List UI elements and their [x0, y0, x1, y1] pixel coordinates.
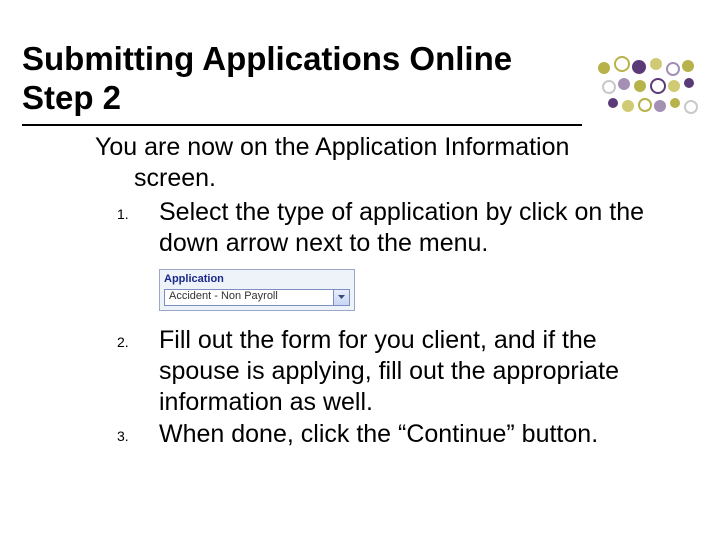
application-dropdown-screenshot: Application Accident - Non Payroll — [159, 269, 355, 311]
list-item: 1. Select the type of application by cli… — [95, 197, 655, 260]
dropdown-label: Application — [164, 273, 350, 287]
list-text: Select the type of application by click … — [159, 197, 655, 260]
list-text: Fill out the form for you client, and if… — [159, 325, 655, 419]
slide-title: Submitting Applications Online Step 2 — [22, 40, 582, 126]
slide-body: You are now on the Application Informati… — [95, 132, 655, 450]
list-item: 2. Fill out the form for you client, and… — [95, 325, 655, 419]
dropdown-select[interactable]: Accident - Non Payroll — [164, 289, 350, 306]
list-text: When done, click the “Continue” button. — [159, 419, 655, 450]
list-number: 1. — [95, 197, 159, 224]
list-number: 2. — [95, 325, 159, 352]
intro-text: You are now on the Application Informati… — [95, 132, 655, 195]
list-number: 3. — [95, 419, 159, 446]
chevron-down-icon — [338, 295, 345, 299]
decorative-dots — [598, 56, 708, 126]
dropdown-value: Accident - Non Payroll — [169, 290, 278, 304]
dropdown-button[interactable] — [333, 290, 349, 305]
list-item: 3. When done, click the “Continue” butto… — [95, 419, 655, 450]
